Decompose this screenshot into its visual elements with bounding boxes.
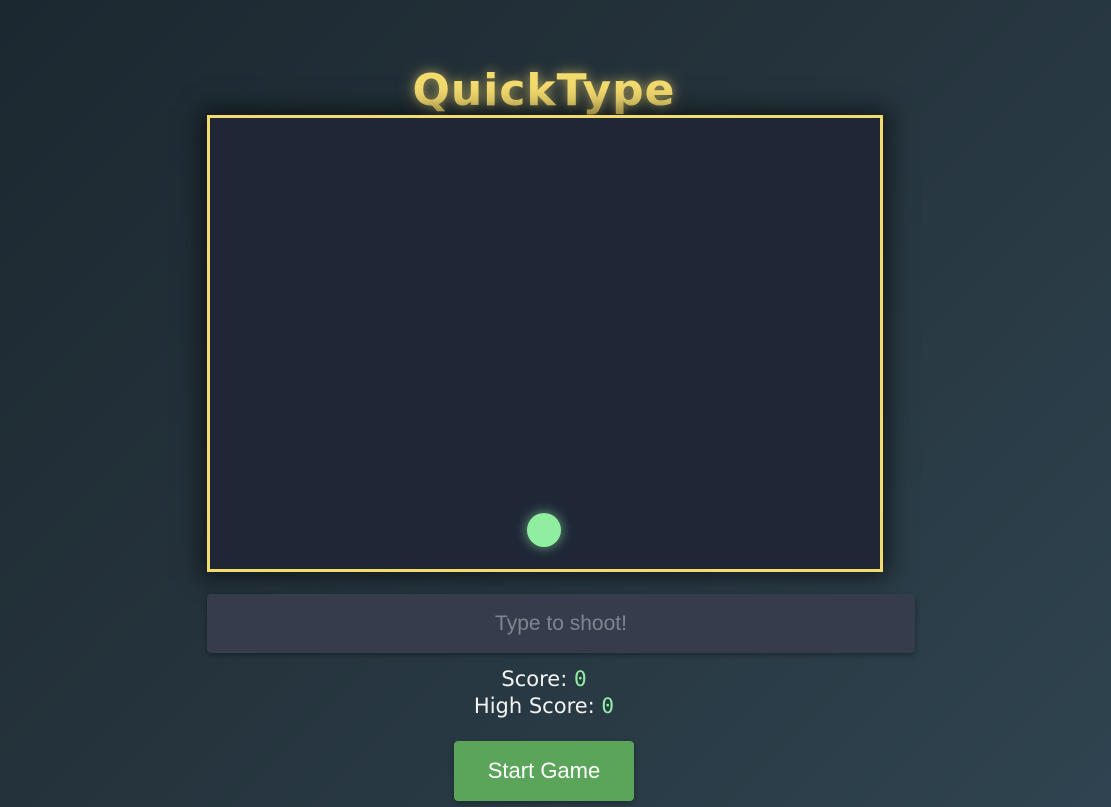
score-label: Score: xyxy=(501,667,574,691)
type-input[interactable] xyxy=(207,594,915,653)
score-value: 0 xyxy=(573,667,587,691)
game-title: QuickType xyxy=(412,65,676,117)
start-game-button[interactable]: Start Game xyxy=(454,741,634,801)
high-score-label: High Score: xyxy=(473,694,602,718)
player-ship xyxy=(527,513,561,547)
high-score-value: 0 xyxy=(601,694,615,718)
game-canvas[interactable] xyxy=(207,115,883,572)
score-display: Score: 0 xyxy=(0,666,1088,693)
high-score-display: High Score: 0 xyxy=(0,693,1088,720)
